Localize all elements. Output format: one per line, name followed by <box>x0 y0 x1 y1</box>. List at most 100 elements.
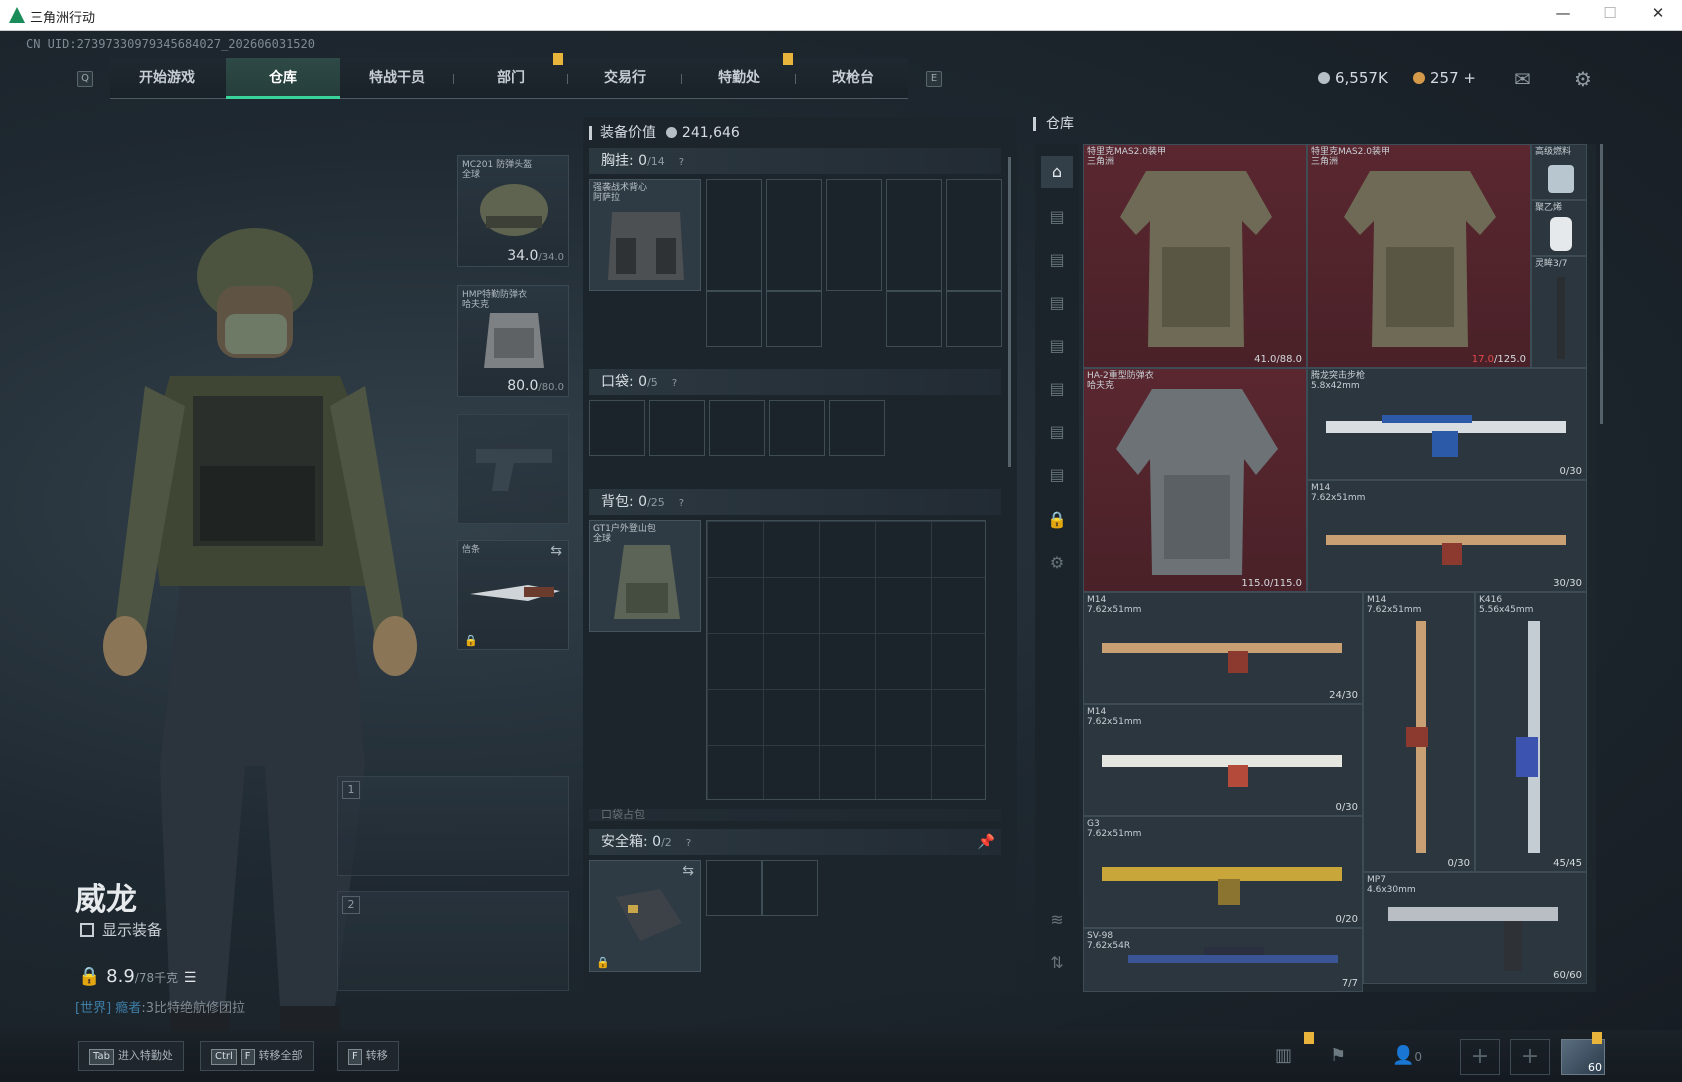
warehouse-item[interactable]: 腾龙突击步枪 5.8x42mm 0/30 <box>1307 368 1587 480</box>
safe-box-header: 安全箱: 0/2? 📌 <box>589 829 1001 855</box>
chest-rig-cell[interactable] <box>706 179 762 291</box>
transfer-all-hint[interactable]: Ctrl F 转移全部 <box>200 1041 314 1071</box>
warehouse-home-icon[interactable]: ⌂ <box>1041 156 1073 188</box>
armor-slot[interactable]: HMP特勤防弹衣 哈夫克 80.0/80.0 <box>457 285 569 397</box>
warehouse-item[interactable]: G3 7.62x51mm 0/20 <box>1083 816 1363 928</box>
safe-box-cell[interactable] <box>706 860 762 916</box>
locked-tab-icon[interactable]: 🔒 <box>1041 504 1073 536</box>
safe-box-icon <box>616 889 682 941</box>
chest-rig-cell[interactable] <box>946 291 1002 347</box>
layers-icon[interactable]: ≋ <box>1041 904 1073 936</box>
warehouse-tab-icon[interactable]: ▤ <box>1041 373 1073 405</box>
safe-box-item[interactable]: ⇆ 🔒 <box>589 860 701 972</box>
warehouse-settings-icon[interactable]: ⚙ <box>1041 547 1073 579</box>
rifle-vertical-icon <box>1406 621 1428 853</box>
help-icon: ? <box>685 838 692 849</box>
warehouse-item[interactable]: 高级燃料 <box>1531 144 1587 200</box>
help-icon: ? <box>671 378 678 389</box>
show-equipment-toggle[interactable]: 显示装备 <box>80 919 162 940</box>
team-icon[interactable]: 👤0 <box>1392 1045 1422 1066</box>
warehouse-item[interactable]: M14 7.62x51mm 24/30 <box>1083 592 1363 704</box>
add-currency-button[interactable]: + <box>1463 69 1476 87</box>
warehouse-tab-icon[interactable]: ▤ <box>1041 416 1073 448</box>
warehouse-tab-icon[interactable]: ▤ <box>1041 287 1073 319</box>
warehouse-tab-icon[interactable]: ▤ <box>1041 459 1073 491</box>
chest-rig-cell[interactable] <box>946 179 1002 291</box>
pocket-cell[interactable] <box>769 400 825 456</box>
warehouse-item[interactable]: M14 7.62x51mm 30/30 <box>1307 480 1587 592</box>
melee-label: 信条 <box>462 545 481 555</box>
tab-gunsmith[interactable]: 改枪台 <box>796 58 910 99</box>
pistol-slot[interactable] <box>457 414 569 524</box>
enter-special-ops-hint[interactable]: Tab 进入特勤处 <box>78 1041 184 1071</box>
tab-warehouse[interactable]: 仓库 <box>226 58 340 99</box>
operator-name: 威龙 <box>75 882 137 918</box>
swap-icon[interactable]: ⇆ <box>682 863 694 879</box>
warehouse-item[interactable]: HA-2重型防弹衣 哈夫克 115.0/115.0 <box>1083 368 1307 592</box>
warehouse-item[interactable]: 特里克MAS2.0装甲 三角洲 41.0/88.0 <box>1083 144 1307 368</box>
chat-channel-tag: [世界] <box>75 1001 112 1016</box>
warehouse-item[interactable]: 特里克MAS2.0装甲 三角洲 17.0/125.0 <box>1307 144 1531 368</box>
helmet-icon <box>480 184 548 236</box>
melee-slot[interactable]: 信条 ⇆ 🔒 <box>457 540 569 650</box>
nav-right-key[interactable]: E <box>926 71 942 87</box>
chest-rig-cell[interactable] <box>766 291 822 347</box>
sort-icon[interactable]: ⇅ <box>1041 947 1073 979</box>
pocket-cell[interactable] <box>829 400 885 456</box>
warehouse-item[interactable]: M14 7.62x51mm 0/30 <box>1363 592 1475 872</box>
list-icon[interactable]: ☰ <box>184 970 197 986</box>
warehouse-tab-icon[interactable]: ▤ <box>1041 201 1073 233</box>
tab-operators[interactable]: 特战干员 <box>340 58 454 99</box>
scrollbar[interactable] <box>1008 157 1011 467</box>
settings-gear-icon[interactable]: ⚙ <box>1574 67 1592 91</box>
warehouse-item[interactable]: M14 7.62x51mm 0/30 <box>1083 704 1363 816</box>
weight-lock-icon: 🔒 <box>78 966 101 987</box>
chest-rig-item[interactable]: 强袭战术背心 阿萨拉 <box>589 179 701 291</box>
checkbox[interactable] <box>80 923 94 937</box>
pocket-cell[interactable] <box>649 400 705 456</box>
chest-rig-cell[interactable] <box>706 291 762 347</box>
warehouse-scrollbar[interactable] <box>1600 144 1603 424</box>
tab-start-game[interactable]: 开始游戏 <box>110 58 224 99</box>
helmet-slot[interactable]: MC201 防弹头盔 全球 34.0/34.0 <box>457 155 569 267</box>
chest-rig-cell[interactable] <box>886 291 942 347</box>
maximize-button[interactable]: ☐ <box>1595 4 1625 26</box>
add-teammate-button[interactable]: + <box>1460 1039 1500 1075</box>
warehouse-item[interactable]: SV-98 7.62x54R 7/7 <box>1083 928 1363 992</box>
armor-icon <box>484 313 544 368</box>
warehouse-item[interactable]: 聚乙烯 <box>1531 200 1587 256</box>
warehouse-item[interactable]: K416 5.56x45mm 45/45 <box>1475 592 1587 872</box>
close-button[interactable]: ✕ <box>1643 4 1673 26</box>
notification-badge <box>1304 1032 1314 1044</box>
player-uid: CN UID:2739733097934568402​7_20260603152… <box>26 37 315 51</box>
chest-rig-cell[interactable] <box>886 179 942 291</box>
tab-trading[interactable]: 交易行 <box>568 58 682 99</box>
world-chat-message: [世界] 瘾者:3比特绝航修团拉 <box>75 997 245 1016</box>
backpack-item[interactable]: GT1户外登山包 全球 <box>589 520 701 632</box>
primary-weapon-slot-1[interactable]: 1 <box>337 776 569 876</box>
chest-rig-cell[interactable] <box>766 179 822 291</box>
pocket-cell[interactable] <box>589 400 645 456</box>
player-avatar[interactable]: 60 <box>1561 1039 1605 1075</box>
nav-left-key[interactable]: Q <box>77 71 93 87</box>
add-teammate-button[interactable]: + <box>1510 1039 1550 1075</box>
tab-department[interactable]: 部门 <box>454 58 568 99</box>
warehouse-tab-icon[interactable]: ▤ <box>1041 330 1073 362</box>
warehouse-tab-icon[interactable]: ▤ <box>1041 244 1073 276</box>
minimize-button[interactable]: — <box>1548 4 1578 26</box>
transfer-hint[interactable]: F 转移 <box>337 1041 399 1071</box>
warehouse-item[interactable]: MP7 4.6x30mm 60/60 <box>1363 872 1587 984</box>
flag-icon[interactable]: ⚑ <box>1330 1045 1346 1066</box>
warehouse-item[interactable]: 灵眸3/7 <box>1531 256 1587 368</box>
primary-weapon-slot-2[interactable]: 2 <box>337 891 569 991</box>
stats-chart-icon[interactable]: ▥ <box>1275 1045 1292 1066</box>
swap-icon[interactable]: ⇆ <box>550 543 562 559</box>
weapon-slot-number: 1 <box>342 781 360 799</box>
pocket-cell[interactable] <box>709 400 765 456</box>
chest-rig-cell[interactable] <box>826 179 882 291</box>
safe-box-cell[interactable] <box>762 860 818 916</box>
backpack-icon <box>614 545 680 619</box>
tab-special-ops[interactable]: 特勤处 <box>682 58 796 99</box>
mail-icon[interactable]: ✉ <box>1514 67 1531 91</box>
rifle-icon <box>1326 535 1566 565</box>
